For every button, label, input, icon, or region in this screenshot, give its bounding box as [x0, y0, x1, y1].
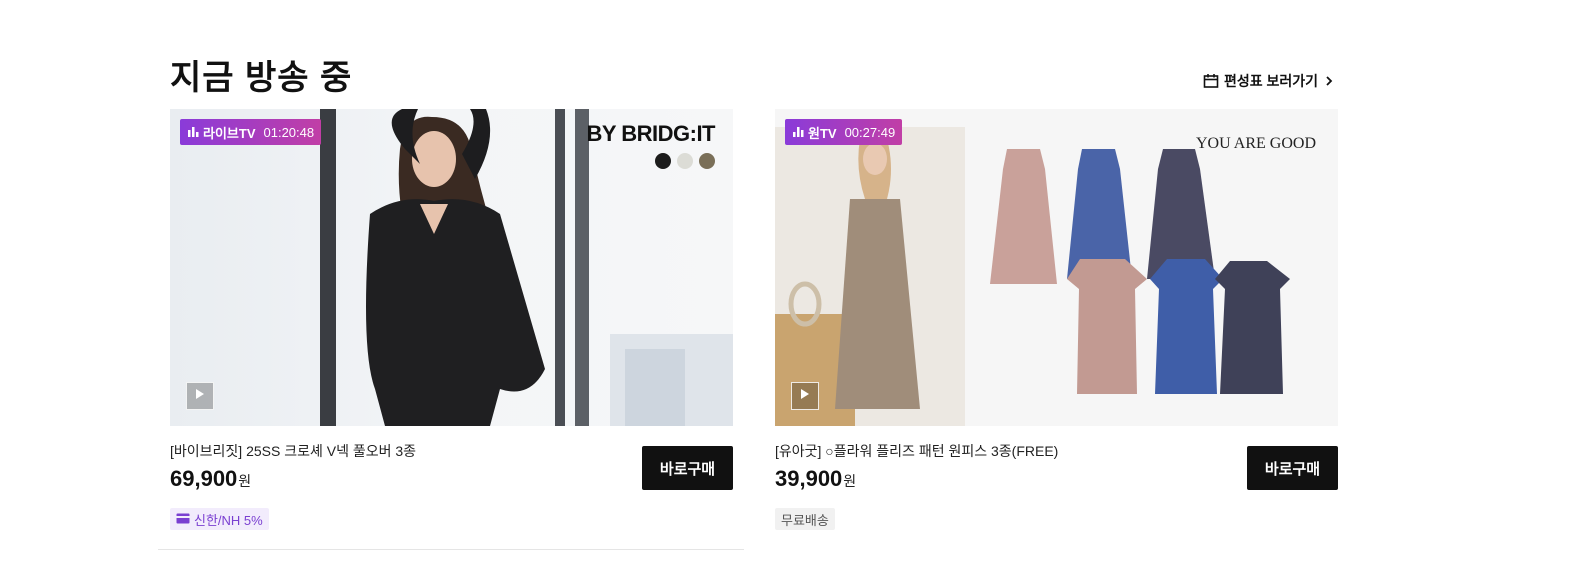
live-bars-icon: [792, 125, 804, 140]
badge-channel: 라이브TV: [203, 125, 256, 141]
product-price: 69,900원: [170, 466, 251, 492]
buy-now-button[interactable]: 바로구매: [642, 446, 733, 490]
live-bars-icon: [187, 125, 199, 140]
badge-time: 01:20:48: [263, 124, 315, 140]
calendar-icon: [1203, 73, 1219, 89]
play-icon: [195, 387, 205, 405]
play-button[interactable]: [186, 382, 214, 410]
divider: [158, 549, 744, 550]
schedule-link-label: 편성표 보러가기: [1224, 73, 1319, 89]
product-photo: [170, 109, 733, 426]
live-badge: 원TV 00:27:49: [785, 119, 903, 145]
price-currency: 원: [843, 473, 857, 489]
card-icon: [176, 512, 190, 527]
color-swatches: [655, 153, 715, 169]
chevron-right-icon: [1323, 75, 1335, 87]
badge-time: 00:27:49: [844, 124, 896, 140]
product-price: 39,900원: [775, 466, 856, 492]
free-shipping-badge: 무료배송: [775, 508, 835, 530]
broadcast-thumbnail[interactable]: 라이브TV 01:20:48 BY BRIDG:IT: [170, 109, 733, 426]
brand-logo: BY BRIDG:IT: [586, 121, 715, 146]
color-swatch: [699, 153, 715, 169]
broadcast-thumbnail[interactable]: 원TV 00:27:49 YOU ARE GOOD: [775, 109, 1338, 426]
color-swatch: [677, 153, 693, 169]
color-swatch: [655, 153, 671, 169]
schedule-link[interactable]: 편성표 보러가기: [1203, 71, 1335, 91]
section-title: 지금 방송 중: [170, 59, 353, 97]
card-benefit-badge: 신한/NH 5%: [170, 508, 269, 530]
buy-now-button[interactable]: 바로구매: [1247, 446, 1338, 490]
price-value: 39,900: [775, 466, 843, 491]
live-badge: 라이브TV 01:20:48: [180, 119, 322, 145]
price-currency: 원: [238, 473, 252, 489]
broadcast-card: 원TV 00:27:49 YOU ARE GOOD [유아굿] ○플라워 플리즈…: [775, 109, 1338, 530]
product-photo: [775, 109, 1338, 426]
product-name[interactable]: [바이브리짓] 25SS 크로셰 V넥 풀오버 3종: [170, 441, 416, 461]
live-broadcast-section: 지금 방송 중 편성표 보러가기 라이브TV 01:20:48 BY BRIDG…: [0, 0, 1580, 561]
product-name[interactable]: [유아굿] ○플라워 플리즈 패턴 원피스 3종(FREE): [775, 441, 1058, 461]
card-benefit-label: 신한/NH 5%: [194, 512, 263, 528]
brand-logo: YOU ARE GOOD: [1196, 135, 1316, 152]
badge-channel: 원TV: [808, 125, 837, 141]
play-button[interactable]: [791, 382, 819, 410]
play-icon: [800, 387, 810, 405]
price-value: 69,900: [170, 466, 238, 491]
broadcast-card: 라이브TV 01:20:48 BY BRIDG:IT [바이브리짓] 25SS …: [170, 109, 733, 530]
